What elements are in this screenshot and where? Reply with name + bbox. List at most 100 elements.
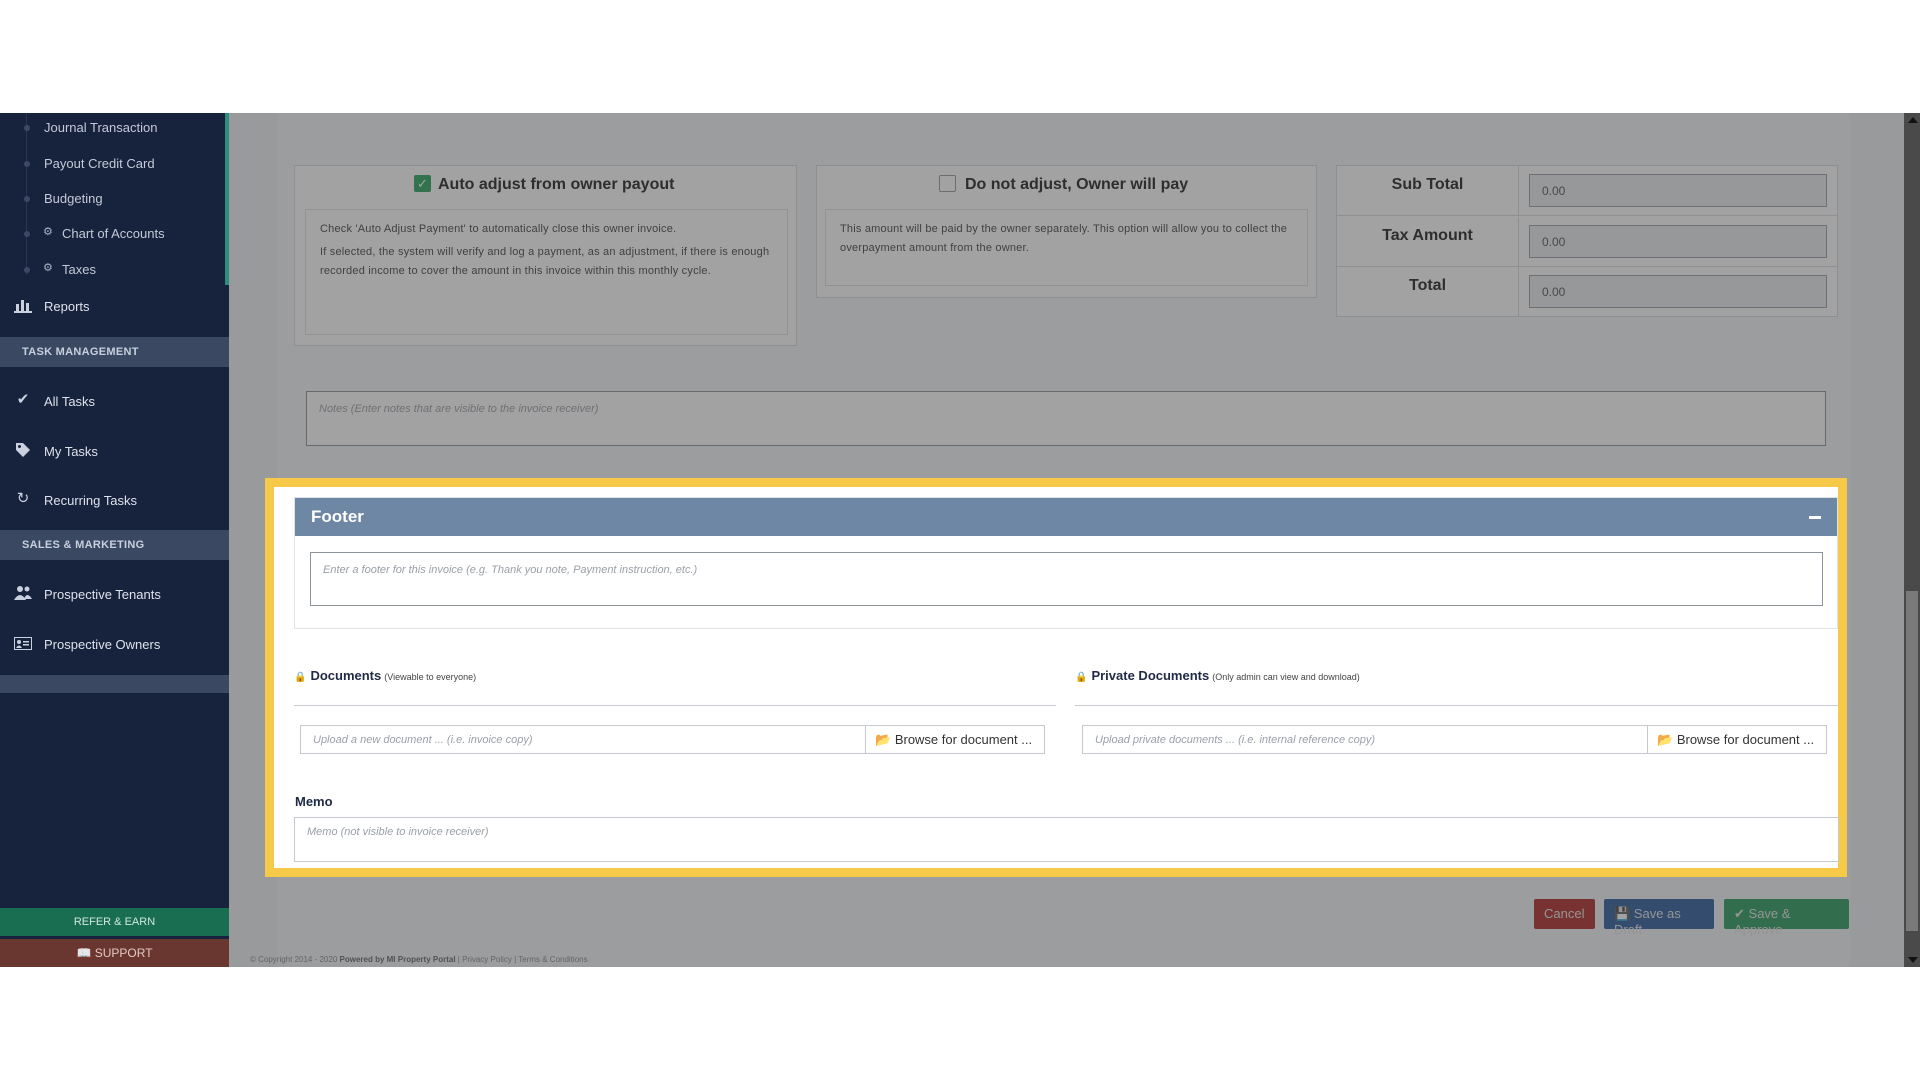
private-documents-title: 🔒 Private Documents (Only admin can view a… xyxy=(1075,668,1360,683)
tax-amount-label: Tax Amount xyxy=(1337,217,1519,267)
sidebar-item-recurring-tasks[interactable]: ↻ Recurring Tasks xyxy=(0,477,229,523)
id-card-icon xyxy=(14,635,32,651)
sidebar-item-prospective-owners[interactable]: Prospective Owners xyxy=(0,621,229,667)
bar-chart-icon xyxy=(14,297,32,313)
private-documents-note: (Only admin can view and download) xyxy=(1212,672,1360,682)
bullet-icon xyxy=(24,231,30,237)
sidebar-item-my-tasks[interactable]: My Tasks xyxy=(0,428,229,474)
refer-earn-button[interactable]: REFER & EARN xyxy=(0,908,229,936)
footer-input[interactable]: Enter a footer for this invoice (e.g. Th… xyxy=(310,552,1823,606)
footer-title: Footer xyxy=(311,507,364,526)
book-icon: 📖 xyxy=(76,946,92,960)
scroll-thumb[interactable] xyxy=(1906,591,1918,931)
checkmark-icon: ✔ xyxy=(16,391,30,408)
private-documents-title-text: Private Documents xyxy=(1091,668,1210,683)
sub-total-field: 0.00 xyxy=(1529,174,1827,207)
bullet-icon xyxy=(24,161,30,167)
policy-links[interactable]: | Privacy Policy | Terms & Conditions xyxy=(458,955,588,964)
browse-private-document-button[interactable]: 📂 Browse for document ... xyxy=(1647,725,1827,754)
sidebar-item-label: Prospective Owners xyxy=(44,637,161,652)
section-header-sales-marketing: SALES & MARKETING xyxy=(0,530,229,560)
notes-input[interactable]: Notes (Enter notes that are visible to t… xyxy=(306,391,1826,446)
memo-input[interactable]: Memo (not visible to invoice receiver) xyxy=(294,817,1839,862)
bullet-icon xyxy=(24,125,30,131)
sidebar-divider xyxy=(0,675,229,693)
footer-panel: Footer Enter a footer for this invoice (… xyxy=(294,497,1838,629)
sidebar-item-label: Payout Credit Card xyxy=(44,156,155,171)
scroll-up-icon[interactable] xyxy=(1908,117,1918,123)
lock-icon: 🔒 xyxy=(1075,672,1088,683)
owner-pay-text: This amount will be paid by the owner se… xyxy=(840,223,1288,254)
sidebar-item-prospective-tenants[interactable]: Prospective Tenants xyxy=(0,571,229,617)
users-icon xyxy=(14,585,32,601)
powered-by-link[interactable]: Powered by MI Property Portal xyxy=(340,955,456,964)
section-header-label: SALES & MARKETING xyxy=(22,539,145,551)
copyright-prefix: © Copyright 2014 - 2020 xyxy=(250,955,338,964)
refresh-icon: ↻ xyxy=(16,490,30,507)
tax-amount-field: 0.00 xyxy=(1529,225,1827,258)
sidebar-item-label: All Tasks xyxy=(44,394,96,409)
total-label: Total xyxy=(1337,267,1519,317)
total-field: 0.00 xyxy=(1529,275,1827,308)
folder-open-icon: 📂 xyxy=(1657,732,1674,747)
sub-total-label: Sub Total xyxy=(1337,166,1519,216)
tax-amount-row: Tax Amount 0.00 xyxy=(1337,217,1837,267)
auto-adjust-text-1: Check 'Auto Adjust Payment' to automatic… xyxy=(320,223,677,235)
bullet-icon xyxy=(24,267,30,273)
cancel-button[interactable]: Cancel xyxy=(1534,899,1595,929)
support-button[interactable]: 📖 SUPPORT xyxy=(0,939,229,967)
owner-pay-panel: Do not adjust, Owner will pay This amoun… xyxy=(816,165,1317,298)
tag-icon xyxy=(14,442,32,458)
floppy-icon: 💾 xyxy=(1614,906,1631,921)
sidebar-item-journal-transaction[interactable]: Journal Transaction xyxy=(0,113,225,143)
auto-adjust-description: Check 'Auto Adjust Payment' to automatic… xyxy=(305,209,788,335)
documents-divider xyxy=(294,705,1056,706)
support-label: SUPPORT xyxy=(94,946,153,960)
sidebar-item-label: My Tasks xyxy=(44,444,98,459)
sidebar-item-all-tasks[interactable]: ✔ All Tasks xyxy=(0,378,229,424)
documents-title: 🔒 Documents (Viewable to everyone) xyxy=(294,668,476,683)
auto-adjust-text-2: If selected, the system will verify and … xyxy=(320,246,770,277)
totals-table: Sub Total 0.00 Tax Amount 0.00 Total 0.0… xyxy=(1336,165,1838,317)
sidebar-item-payout-credit-card[interactable]: Payout Credit Card xyxy=(0,149,225,179)
auto-adjust-checkbox[interactable]: ✓ xyxy=(414,175,431,192)
sidebar-item-reports[interactable]: Reports xyxy=(0,283,229,329)
browse-document-button[interactable]: 📂 Browse for document ... xyxy=(865,725,1045,754)
gear-icon: ⚙ xyxy=(43,226,53,238)
document-upload-input[interactable]: Upload a new document ... (i.e. invoice … xyxy=(300,725,866,754)
folder-open-icon: 📂 xyxy=(875,732,892,747)
check-circle-icon: ✔ xyxy=(1734,906,1745,921)
private-documents-divider xyxy=(1075,705,1838,706)
documents-title-text: Documents xyxy=(310,668,382,683)
bullet-icon xyxy=(24,196,30,202)
save-as-draft-button[interactable]: 💾 Save as Draft xyxy=(1604,899,1714,937)
save-approve-button[interactable]: ✔ Save & Approve xyxy=(1724,899,1849,937)
sidebar-item-budgeting[interactable]: Budgeting xyxy=(0,184,225,214)
sidebar-item-label: Recurring Tasks xyxy=(44,493,137,508)
memo-label: Memo xyxy=(295,794,333,809)
owner-pay-description: This amount will be paid by the owner se… xyxy=(825,209,1308,286)
footer-header: Footer xyxy=(295,498,1837,536)
total-row: Total 0.00 xyxy=(1337,267,1837,317)
sidebar-item-label: Journal Transaction xyxy=(44,120,158,135)
sidebar-item-label: Reports xyxy=(44,299,90,314)
browse-document-label: Browse for document ... xyxy=(894,732,1033,747)
sub-total-row: Sub Total 0.00 xyxy=(1337,166,1837,216)
gear-icon: ⚙ xyxy=(43,262,53,274)
private-document-upload-input[interactable]: Upload private documents ... (i.e. inter… xyxy=(1082,725,1648,754)
sidebar: Journal Transaction Payout Credit Card B… xyxy=(0,113,229,967)
owner-pay-checkbox[interactable] xyxy=(939,175,956,192)
sidebar-item-chart-of-accounts[interactable]: ⚙ Chart of Accounts xyxy=(0,219,225,249)
sidebar-item-label: Chart of Accounts xyxy=(62,226,165,241)
app-viewport: Journal Transaction Payout Credit Card B… xyxy=(0,113,1920,967)
scrollbar[interactable] xyxy=(1904,113,1920,967)
lock-icon: 🔒 xyxy=(294,672,307,683)
minimize-icon[interactable] xyxy=(1809,516,1821,519)
owner-pay-title: Do not adjust, Owner will pay xyxy=(965,176,1189,193)
sidebar-item-label: Prospective Tenants xyxy=(44,587,161,602)
browse-private-document-label: Browse for document ... xyxy=(1676,732,1815,747)
sidebar-item-taxes[interactable]: ⚙ Taxes xyxy=(0,255,225,285)
section-header-label: TASK MANAGEMENT xyxy=(22,346,139,358)
sidebar-item-label: Taxes xyxy=(62,262,96,277)
scroll-down-icon[interactable] xyxy=(1908,957,1918,963)
